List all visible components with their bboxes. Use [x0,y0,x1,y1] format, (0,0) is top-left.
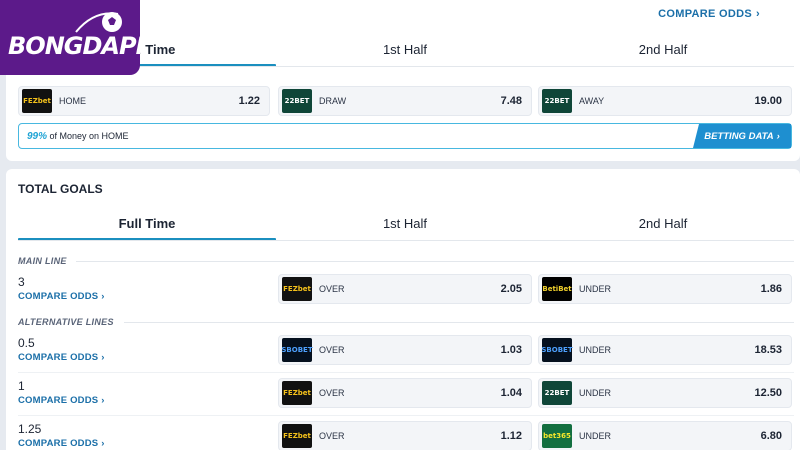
line-value: 1.25 [18,422,42,436]
odd-away[interactable]: 22BET AWAY 19.00 [538,86,792,116]
odd-under[interactable]: 22BET UNDER 12.50 [538,378,792,408]
odd-label: OVER [319,284,345,294]
money-bar: 99% of Money on HOME BETTING DATA › [18,123,792,149]
compare-odds-link[interactable]: COMPARE ODDS › [18,395,105,406]
odd-over[interactable]: FEZbet OVER 2.05 [278,274,532,304]
odd-label: UNDER [579,388,612,398]
odd-value: 1.86 [760,283,782,295]
line-value: 1 [18,379,25,393]
odd-label: UNDER [579,431,612,441]
odd-value: 1.04 [500,387,522,399]
odd-label: UNDER [579,284,612,294]
line-value: 3 [18,275,25,289]
odd-over[interactable]: FEZbet OVER 1.12 [278,421,532,450]
odd-value: 2.05 [500,283,522,295]
compare-odds-link[interactable]: COMPARE ODDS › [18,352,105,363]
compare-odds-link[interactable]: COMPARE ODDS › [18,438,105,449]
bookmaker-logo: FEZbet [22,89,52,113]
betting-data-button[interactable]: BETTING DATA › [693,124,791,148]
tab-full-time[interactable]: Full Time [18,215,276,241]
odd-under[interactable]: BetiBet UNDER 1.86 [538,274,792,304]
odd-over[interactable]: FEZbet OVER 1.04 [278,378,532,408]
alternative-lines-label: ALTERNATIVE LINES [18,317,114,327]
row-divider [18,372,794,373]
odd-label: UNDER [579,345,612,355]
chevron-right-icon: › [776,130,780,142]
money-description: of Money on HOME [47,131,129,141]
money-text: 99% of Money on HOME [27,131,129,142]
bookmaker-logo: FEZbet [282,381,312,405]
odd-value: 1.12 [500,430,522,442]
row-divider [18,415,794,416]
odd-label: DRAW [319,96,347,106]
chevron-right-icon: › [101,352,105,363]
odd-home[interactable]: FEZbet HOME 1.22 [18,86,270,116]
odd-draw[interactable]: 22BET DRAW 7.48 [278,86,532,116]
odd-value: 12.50 [754,387,782,399]
chevron-right-icon: › [101,291,105,302]
chevron-right-icon: › [101,395,105,406]
bookmaker-logo: SBOBET [281,338,313,362]
tabs-divider [18,240,794,241]
compare-odds-link[interactable]: COMPARE ODDS › [18,291,105,302]
odd-under[interactable]: bet365 UNDER 6.80 [538,421,792,450]
section-title: TOTAL GOALS [18,182,103,196]
odd-value: 18.53 [754,344,782,356]
odd-label: AWAY [579,96,605,106]
line-value: 0.5 [18,336,35,350]
tab-1st-half[interactable]: 1st Half [276,215,534,241]
bookmaker-logo: FEZbet [282,424,312,448]
chevron-right-icon: › [756,8,760,20]
odd-value: 1.03 [500,344,522,356]
bookmaker-logo: FEZbet [282,277,312,301]
bookmaker-logo: 22BET [542,381,572,405]
odd-value: 6.80 [760,430,782,442]
divider [124,322,794,323]
main-line-label: MAIN LINE [18,256,67,266]
odd-label: OVER [319,345,345,355]
bookmaker-logo: bet365 [542,424,572,448]
total-goals-card: TOTAL GOALS Full Time 1st Half 2nd Half … [6,169,800,450]
odd-over[interactable]: SBOBET OVER 1.03 [278,335,532,365]
odd-label: HOME [59,96,86,106]
divider [76,261,794,262]
compare-odds-link[interactable]: COMPARE ODDS › [658,8,760,20]
odd-value: 19.00 [754,95,782,107]
tab-1st-half[interactable]: 1st Half [276,41,534,67]
logo-text: BONGDAPI [8,32,144,60]
bookmaker-logo: 22BET [542,89,572,113]
money-percentage: 99% [27,131,48,142]
odd-value: 1.22 [238,95,260,107]
site-logo[interactable]: BONGDAPI [0,0,144,75]
period-tabs: Full Time 1st Half 2nd Half [18,215,794,241]
odd-label: OVER [319,388,345,398]
bookmaker-logo: SBOBET [541,338,573,362]
tab-2nd-half[interactable]: 2nd Half [534,215,792,241]
chevron-right-icon: › [101,438,105,449]
bookmaker-logo: 22BET [282,89,312,113]
tab-2nd-half[interactable]: 2nd Half [534,41,792,67]
odd-under[interactable]: SBOBET UNDER 18.53 [538,335,792,365]
odd-label: OVER [319,431,345,441]
odd-value: 7.48 [500,95,522,107]
bookmaker-logo: BetiBet [542,277,572,301]
